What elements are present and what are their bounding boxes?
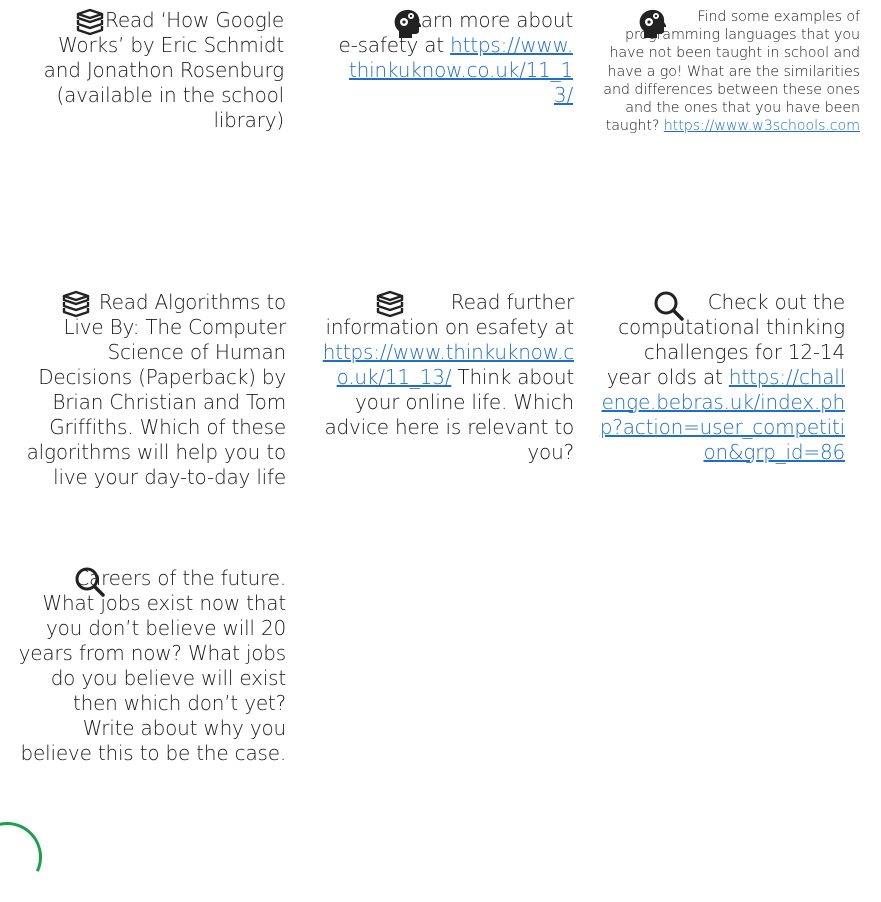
task-programming-languages: Find some examples of programming langua… <box>598 8 860 135</box>
task-how-google-works: Read ‘How Google Works’ by Eric Schmidt … <box>16 8 285 133</box>
books-icon <box>20 290 92 324</box>
head-gears-icon <box>335 8 422 46</box>
task-learn-esafety: Learn more about e-safety at https://www… <box>335 8 573 108</box>
magnifier-icon <box>595 290 685 328</box>
books-icon <box>16 8 106 42</box>
decorative-arc <box>0 812 52 902</box>
task-careers-of-future: Careers of the future. What jobs exist n… <box>16 566 287 766</box>
task-read-esafety: Read further information on esafety at h… <box>316 290 574 465</box>
books-icon <box>316 290 406 324</box>
magnifier-icon <box>16 566 106 604</box>
head-gears-icon <box>598 8 667 45</box>
w3schools-link[interactable]: https://www.w3schools.com <box>664 118 860 134</box>
task-bebras-challenges: Check out the computational thinking cha… <box>595 290 845 465</box>
task-algorithms-to-live-by: Read Algorithms to Live By: The Computer… <box>20 290 287 490</box>
